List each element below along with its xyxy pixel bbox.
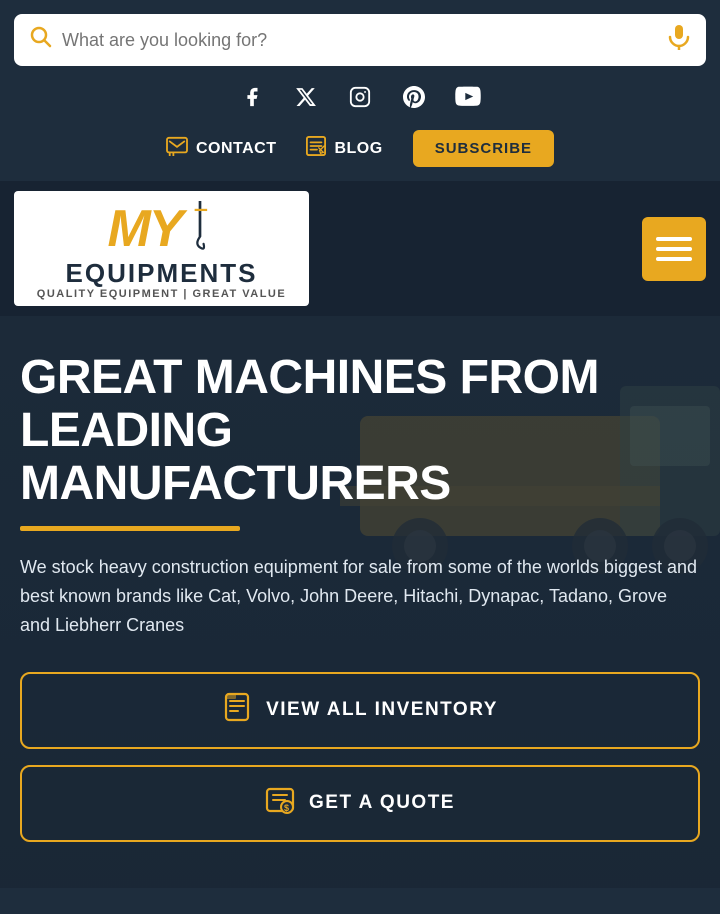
social-row [0,76,720,122]
hero-content: GREAT MACHINES FROM LEADING MANUFACTURER… [20,352,700,842]
hero-underline [20,526,240,531]
contact-icon [166,136,188,161]
hamburger-line-3 [656,257,692,261]
blog-icon [306,136,326,161]
hero-section: GREAT MACHINES FROM LEADING MANUFACTURER… [0,316,720,888]
hero-title-line1: GREAT MACHINES FROM [20,351,599,404]
nav-links: CONTACT BLOG SUBSCRIBE [0,122,720,181]
contact-link[interactable]: CONTACT [166,136,277,161]
subscribe-button[interactable]: SUBSCRIBE [413,130,554,167]
hero-title-line2: LEADING [20,404,233,457]
logo: MY EQUIPMENTS QUALITY EQUIPMENT | GREAT … [14,191,309,306]
logo-brand: MY [108,203,182,255]
logo-name: EQUIPMENTS [66,260,258,286]
hero-description: We stock heavy construction equipment fo… [20,553,700,639]
search-bar [14,14,706,66]
facebook-icon[interactable] [239,86,265,114]
contact-label: CONTACT [196,140,277,158]
youtube-icon[interactable] [455,86,481,114]
quote-icon: $ [265,785,295,822]
blog-label: BLOG [334,140,382,158]
pinterest-icon[interactable] [401,86,427,114]
instagram-icon[interactable] [347,86,373,114]
view-inventory-label: VIEW ALL INVENTORY [266,699,498,721]
hero-title: GREAT MACHINES FROM LEADING MANUFACTURER… [20,352,700,510]
logo-crane-icon [184,201,216,260]
twitter-x-icon[interactable] [293,86,319,114]
view-inventory-button[interactable]: VIEW ALL INVENTORY [20,672,700,749]
hero-title-line3: MANUFACTURERS [20,457,451,510]
inventory-icon [222,692,252,729]
hamburger-line-2 [656,247,692,251]
svg-text:$: $ [284,803,291,813]
hamburger-line-1 [656,237,692,241]
search-icon [30,26,52,54]
microphone-icon[interactable] [668,24,690,56]
blog-link[interactable]: BLOG [306,136,382,161]
get-quote-button[interactable]: $ GET A QUOTE [20,765,700,842]
header-section: MY EQUIPMENTS QUALITY EQUIPMENT | GREAT … [0,181,720,316]
hamburger-menu-button[interactable] [642,217,706,281]
search-input[interactable] [62,30,658,51]
get-quote-label: GET A QUOTE [309,792,455,814]
logo-tagline: QUALITY EQUIPMENT | GREAT VALUE [37,288,286,300]
